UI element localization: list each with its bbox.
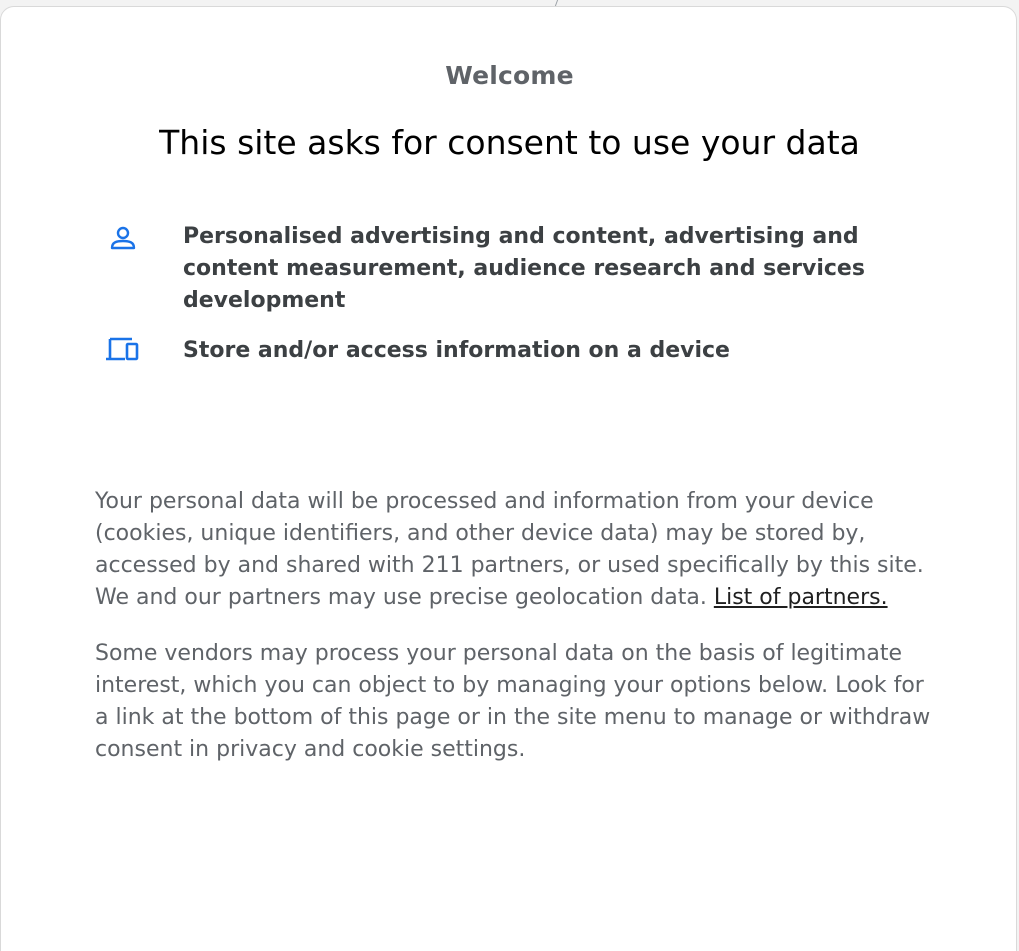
purpose-item-personalised-ads: Personalised advertising and content, ad… bbox=[105, 221, 925, 317]
purpose-label: Store and/or access information on a dev… bbox=[183, 338, 730, 363]
person-icon bbox=[105, 221, 141, 257]
welcome-heading: Welcome bbox=[445, 61, 574, 90]
legitimate-interest-paragraph: Some vendors may process your personal d… bbox=[95, 641, 931, 762]
consent-dialog: Welcome This site asks for consent to us… bbox=[0, 6, 1017, 951]
purpose-item-device-storage: Store and/or access information on a dev… bbox=[105, 335, 925, 371]
devices-icon bbox=[105, 335, 141, 371]
purpose-label: Personalised advertising and content, ad… bbox=[183, 224, 865, 313]
list-of-partners-link[interactable]: List of partners. bbox=[714, 585, 888, 610]
data-processing-paragraph: Your personal data will be processed and… bbox=[95, 486, 935, 614]
dialog-title: This site asks for consent to use your d… bbox=[159, 123, 860, 162]
